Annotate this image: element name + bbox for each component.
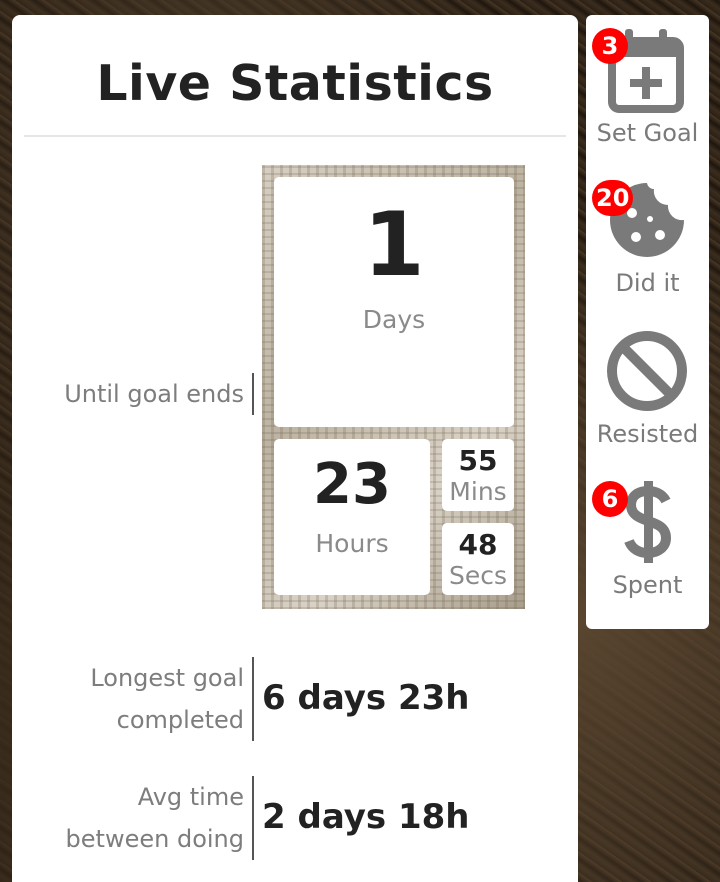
- hours-unit: Hours: [315, 529, 389, 558]
- hours-value: 23: [313, 452, 391, 517]
- avg-time-label: Avg time between doing: [65, 783, 244, 853]
- hours-tile: 23 Hours: [274, 439, 430, 595]
- days-tile: 1 Days: [274, 177, 514, 427]
- days-unit: Days: [362, 305, 426, 334]
- spent-button[interactable]: 6 Spent: [586, 465, 709, 615]
- countdown-divider: [252, 373, 254, 415]
- set-goal-badge: 3: [592, 28, 628, 64]
- action-sidebar: 3 Set Goal 20 Did it Resisted 6 Spent: [586, 15, 709, 629]
- ban-icon: [607, 331, 687, 411]
- did-it-label: Did it: [615, 269, 680, 297]
- secs-unit: Secs: [448, 561, 508, 590]
- avg-time-value: 2 days 18h: [262, 797, 470, 837]
- statistics-card: Live Statistics Until goal ends 1 Days 2…: [12, 15, 578, 882]
- mins-unit: Mins: [449, 477, 507, 506]
- did-it-badge: 20: [592, 180, 634, 216]
- longest-goal-value: 6 days 23h: [262, 678, 470, 718]
- set-goal-label: Set Goal: [596, 119, 699, 147]
- mins-value: 55: [458, 444, 498, 477]
- countdown-clock: 1 Days 23 Hours 55 Mins 48 Secs: [262, 165, 525, 609]
- secs-value: 48: [458, 528, 498, 561]
- mins-tile: 55 Mins: [442, 439, 514, 511]
- dollar-sign-icon: [624, 481, 672, 563]
- avg-time-divider: [252, 776, 254, 860]
- did-it-button[interactable]: 20 Did it: [586, 165, 709, 315]
- secs-tile: 48 Secs: [442, 523, 514, 595]
- set-goal-button[interactable]: 3 Set Goal: [586, 15, 709, 165]
- title-divider: [24, 135, 566, 137]
- resisted-label: Resisted: [596, 420, 699, 448]
- spent-label: Spent: [612, 571, 683, 599]
- days-value: 1: [363, 193, 425, 296]
- countdown-label: Until goal ends: [64, 380, 244, 408]
- resisted-button[interactable]: Resisted: [586, 315, 709, 465]
- longest-goal-divider: [252, 657, 254, 741]
- longest-goal-label: Longest goal completed: [90, 664, 244, 734]
- spent-badge: 6: [592, 481, 628, 517]
- page-title: Live Statistics: [96, 55, 494, 112]
